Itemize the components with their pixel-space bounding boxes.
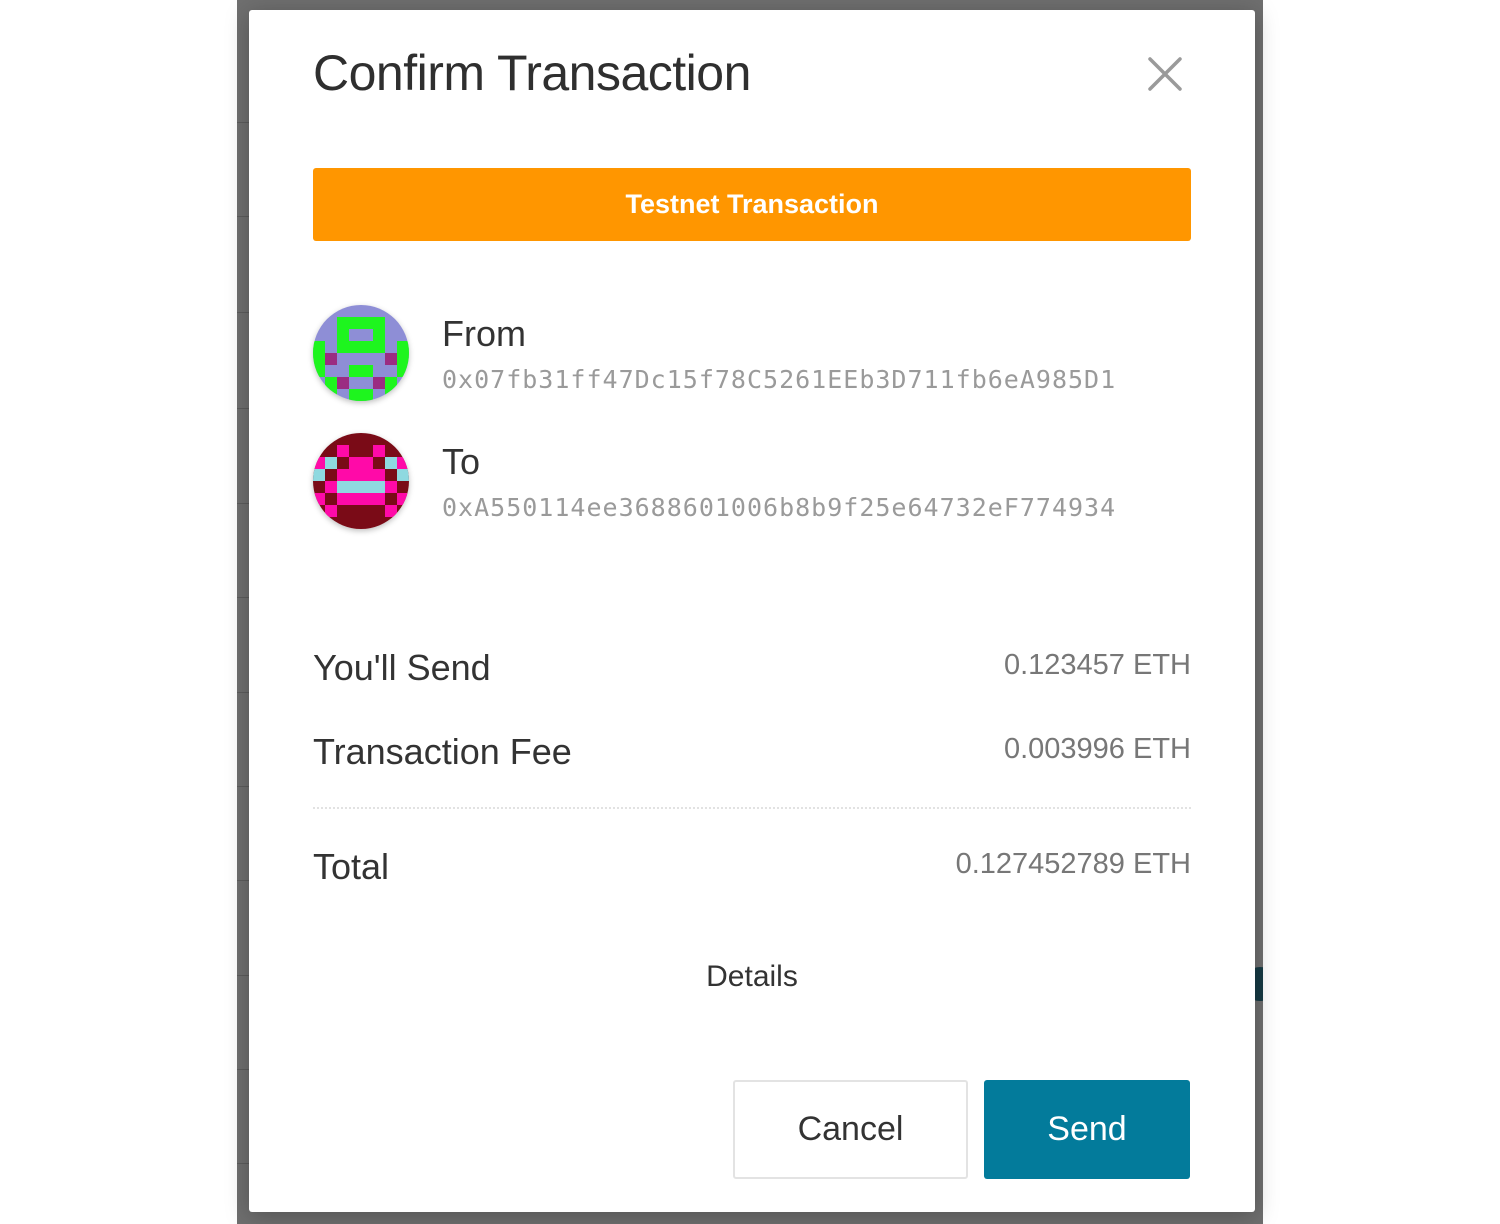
transaction-fee-label: Transaction Fee	[313, 731, 572, 772]
close-button[interactable]	[1145, 54, 1185, 94]
total-value: 0.127452789 ETH	[955, 848, 1191, 880]
to-avatar	[313, 433, 409, 529]
background-divider	[237, 975, 249, 976]
from-avatar	[313, 305, 409, 401]
background-divider	[237, 216, 249, 217]
cancel-button[interactable]: Cancel	[733, 1080, 968, 1179]
total-label: Total	[313, 846, 390, 887]
identicon-icon	[313, 305, 409, 401]
background-divider	[237, 503, 249, 504]
send-amount-label: You'll Send	[313, 647, 491, 688]
transaction-fee-value: 0.003996 ETH	[1003, 733, 1191, 765]
confirm-transaction-modal: Confirm Transaction Testnet Transaction	[249, 10, 1255, 1212]
from-label: From	[442, 313, 526, 354]
total-row: Total 0.127452789 ETH	[313, 846, 1191, 896]
background-divider	[237, 880, 249, 881]
background-divider	[237, 408, 249, 409]
details-toggle: Details	[249, 960, 1255, 994]
from-address: 0x07fb31ff47Dc15f78C5261EEb3D711fb6eA985…	[442, 365, 1117, 394]
modal-title: Confirm Transaction	[313, 45, 751, 101]
background-divider	[237, 1163, 249, 1164]
to-label: To	[442, 441, 481, 482]
send-amount-value: 0.123457 ETH	[1003, 649, 1191, 681]
testnet-banner: Testnet Transaction	[313, 168, 1191, 241]
to-address: 0xA550114ee3688601006b8b9f25e64732eF7749…	[442, 493, 1117, 522]
background-divider	[237, 312, 249, 313]
identicon-icon	[313, 433, 409, 529]
background-divider	[237, 122, 249, 123]
transaction-fee-row: Transaction Fee 0.003996 ETH	[313, 731, 1191, 781]
close-icon	[1148, 57, 1182, 91]
from-account: From 0x07fb31ff47Dc15f78C5261EEb3D711fb6…	[313, 305, 1193, 405]
background-divider	[237, 1069, 249, 1070]
to-account: To 0xA550114ee3688601006b8b9f25e64732eF7…	[313, 433, 1193, 533]
background-divider	[237, 786, 249, 787]
send-amount-row: You'll Send 0.123457 ETH	[313, 647, 1191, 697]
details-link[interactable]: Details	[706, 960, 798, 993]
summary-divider	[313, 807, 1191, 809]
send-button[interactable]: Send	[984, 1080, 1190, 1179]
background-divider	[237, 597, 249, 598]
background-divider	[237, 692, 249, 693]
